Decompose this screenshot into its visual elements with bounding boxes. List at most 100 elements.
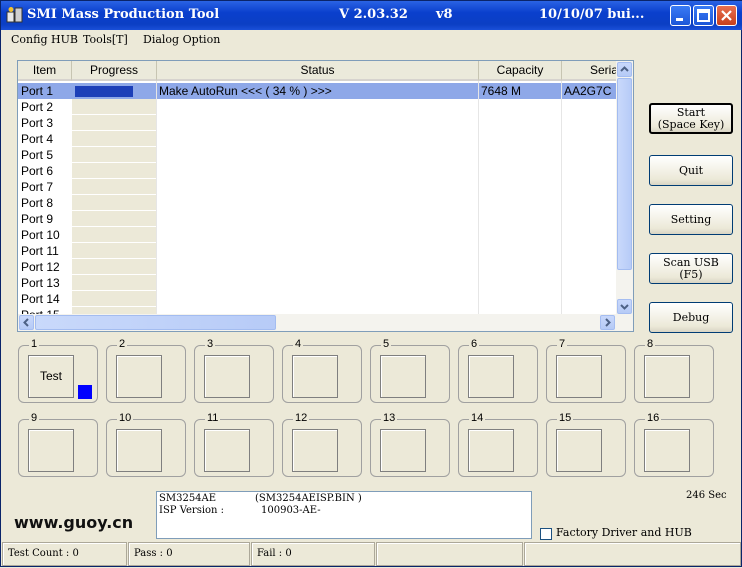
test-button[interactable]: Test: [28, 355, 74, 398]
close-button[interactable]: [716, 5, 737, 26]
elapsed-time: 246 Sec: [686, 490, 727, 501]
menu-dialog-option[interactable]: Dialog Option: [143, 33, 220, 46]
column-divider: [156, 81, 157, 317]
progress-cell: [72, 243, 156, 259]
progress-cell: [72, 227, 156, 243]
start-button[interactable]: Start (Space Key): [649, 103, 733, 134]
table-row[interactable]: Port 11: [18, 243, 618, 259]
scroll-down-button[interactable]: [617, 299, 632, 314]
window-title-app: SMI Mass Production Tool: [27, 7, 220, 22]
port-slot-button[interactable]: [556, 429, 602, 472]
table-row[interactable]: Port 8: [18, 195, 618, 211]
table-row[interactable]: Port 2: [18, 99, 618, 115]
app-icon: [6, 6, 24, 24]
arrow-right-icon: [605, 318, 611, 327]
table-row[interactable]: Port 3: [18, 115, 618, 131]
horizontal-scroll-thumb[interactable]: [35, 315, 276, 330]
arrow-down-icon: [620, 304, 629, 310]
port-slot-number: 9: [29, 412, 40, 424]
status-indicator: [78, 385, 92, 399]
port-slot-number: 6: [469, 338, 480, 350]
quit-button-label: Quit: [678, 163, 704, 177]
port-slot: 4: [282, 338, 362, 403]
table-row[interactable]: Port 12: [18, 259, 618, 275]
factory-driver-checkbox[interactable]: [540, 528, 552, 540]
cell-item: Port 11: [21, 244, 59, 258]
port-slot: 8: [634, 338, 714, 403]
port-slot: 6: [458, 338, 538, 403]
cell-item: Port 4: [21, 132, 54, 146]
vertical-scrollbar[interactable]: [616, 61, 633, 316]
column-header-status[interactable]: Status: [157, 61, 479, 81]
minimize-button[interactable]: [670, 5, 691, 26]
port-slot-button[interactable]: [644, 429, 690, 472]
scroll-left-button[interactable]: [19, 315, 34, 330]
quit-button[interactable]: Quit: [649, 155, 733, 186]
port-slot-button[interactable]: [204, 355, 250, 398]
port-slot-button[interactable]: [292, 429, 338, 472]
menu-tools[interactable]: Tools[T]: [83, 33, 128, 46]
port-slot: 11: [194, 412, 274, 477]
column-header-serial[interactable]: Seria: [562, 61, 618, 81]
table-row[interactable]: Port 14: [18, 291, 618, 307]
scan-usb-button-label: Scan USB (F5): [663, 255, 719, 281]
debug-button[interactable]: Debug: [649, 302, 733, 333]
port-slot-button[interactable]: [116, 355, 162, 398]
scan-usb-button[interactable]: Scan USB (F5): [649, 253, 733, 284]
port-slot-button[interactable]: [292, 355, 338, 398]
port-slot-number: 16: [645, 412, 662, 424]
info-line2-left: ISP Version :: [159, 505, 225, 516]
port-slot-button[interactable]: [468, 355, 514, 398]
vertical-scroll-thumb[interactable]: [617, 78, 632, 270]
cell-item: Port 5: [21, 148, 54, 162]
table-row[interactable]: Port 7: [18, 179, 618, 195]
cell-item: Port 10: [21, 228, 60, 242]
scroll-right-button[interactable]: [600, 315, 615, 330]
port-slot: 9: [18, 412, 98, 477]
scroll-up-button[interactable]: [617, 62, 632, 77]
cell-item: Port 13: [21, 276, 60, 290]
table-row[interactable]: Port 4: [18, 131, 618, 147]
progress-cell: [72, 259, 156, 275]
cell-capacity: 7648 M: [481, 84, 522, 98]
port-slot-button[interactable]: [204, 429, 250, 472]
status-panel-empty: [524, 542, 741, 566]
table-row[interactable]: Port 13: [18, 275, 618, 291]
horizontal-scrollbar[interactable]: [18, 314, 633, 331]
port-slot-button[interactable]: [380, 429, 426, 472]
column-header-progress[interactable]: Progress: [72, 61, 157, 81]
arrow-up-icon: [620, 66, 629, 72]
progress-cell: [72, 163, 156, 179]
progress-cell: [72, 147, 156, 163]
port-slot-button[interactable]: [556, 355, 602, 398]
port-slot-button[interactable]: [380, 355, 426, 398]
info-line2-right: 100903-AE-: [261, 505, 321, 516]
port-slot-button[interactable]: [28, 429, 74, 472]
port-slot-number: 2: [117, 338, 128, 350]
cell-item: Port 3: [21, 116, 54, 130]
ports-table[interactable]: Item Progress Status Capacity Seria Port…: [17, 60, 634, 332]
main-window: SMI Mass Production Tool V 2.03.32 v8 10…: [0, 0, 742, 567]
table-row[interactable]: Port 6: [18, 163, 618, 179]
port-slot-number: 10: [117, 412, 134, 424]
maximize-button[interactable]: [693, 5, 714, 26]
column-header-item[interactable]: Item: [18, 61, 72, 81]
setting-button[interactable]: Setting: [649, 204, 733, 235]
table-row[interactable]: Port 10: [18, 227, 618, 243]
close-icon: [721, 10, 732, 21]
minimize-icon: [676, 18, 683, 21]
port-slot-button[interactable]: [644, 355, 690, 398]
port-slot-button[interactable]: [116, 429, 162, 472]
port-slot-button[interactable]: [468, 429, 514, 472]
menu-config-hub[interactable]: Config HUB: [11, 33, 78, 46]
column-header-capacity[interactable]: Capacity: [479, 61, 562, 81]
progress-cell: [72, 211, 156, 227]
port-slot-number: 8: [645, 338, 656, 350]
table-row[interactable]: Port 9: [18, 211, 618, 227]
table-row[interactable]: Port 5: [18, 147, 618, 163]
title-bar: SMI Mass Production Tool V 2.03.32 v8 10…: [1, 1, 742, 30]
cell-serial: AA2G7C: [564, 84, 612, 98]
status-fail: Fail : 0: [251, 542, 375, 566]
window-title-date: 10/10/07 bui...: [539, 7, 645, 22]
port-slot-number: 13: [381, 412, 398, 424]
